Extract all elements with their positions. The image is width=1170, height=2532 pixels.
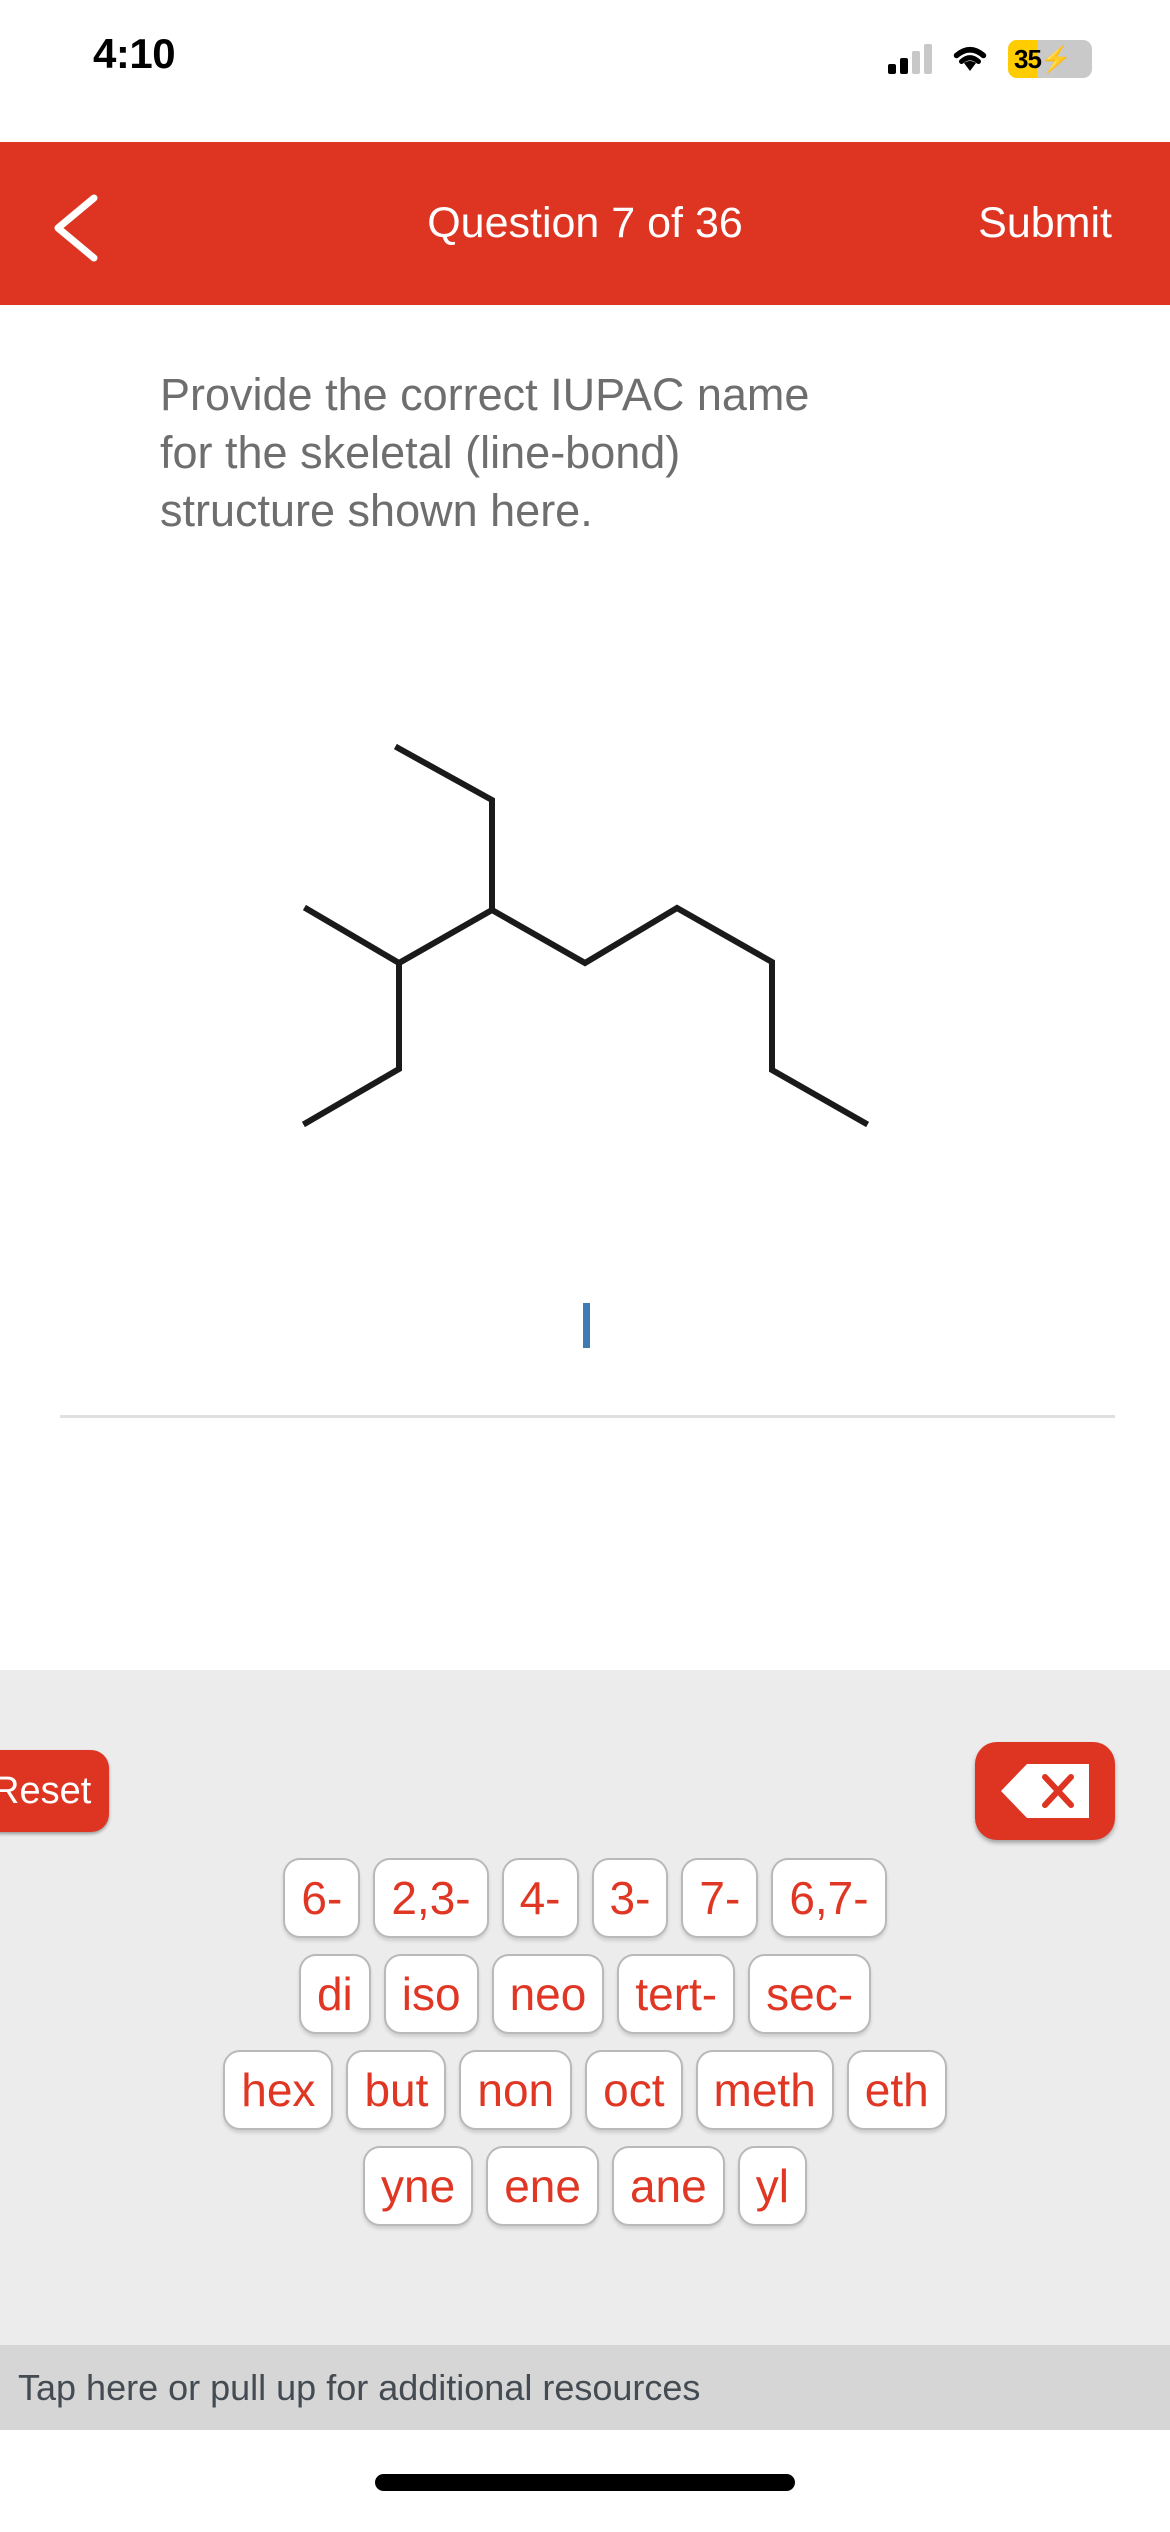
key-non[interactable]: non — [459, 2050, 573, 2130]
key-meth[interactable]: meth — [695, 2050, 834, 2130]
battery-icon: 35 ⚡ — [1008, 40, 1092, 78]
question-line-1: Provide the correct IUPAC name — [160, 369, 810, 420]
key-23[interactable]: 2,3- — [373, 1858, 489, 1938]
key-ane[interactable]: ane — [611, 2146, 725, 2226]
reset-button[interactable]: Reset — [0, 1750, 110, 1832]
battery-percent: 35 — [1014, 43, 1042, 74]
key-row-3: hex but non oct meth eth — [0, 2050, 1170, 2130]
molecule-svg — [301, 743, 870, 1128]
key-67[interactable]: 6,7- — [771, 1858, 887, 1938]
key-row-2: di iso neo tert-sec- — [0, 1954, 1170, 2034]
nav-bar: Question 7 of 36 Submit — [0, 142, 1170, 305]
key-hex[interactable]: hex — [223, 2050, 334, 2130]
key-but[interactable]: but — [346, 2050, 447, 2130]
key-yl[interactable]: yl — [737, 2146, 807, 2226]
keyboard-key-rows: 6- 2,3- 4- 3- 7- 6,7- di iso neo tert-sec-hex but n… — [0, 1858, 1170, 2242]
bond-chain-1 — [393, 743, 870, 1128]
app-root: 4:10 35 ⚡ Question 7 of 36 Submit Provid… — [0, 0, 1170, 2532]
question-line-3: structure shown here. — [160, 485, 593, 536]
question-line-2: for the skeletal (line-bond) — [160, 427, 681, 478]
home-indicator-area — [0, 2430, 1170, 2532]
key-3[interactable]: 3- — [591, 1858, 669, 1938]
key-ene[interactable]: ene — [486, 2146, 599, 2226]
key-row-4: yne ene ane yl — [0, 2146, 1170, 2226]
key-oct[interactable]: oct — [585, 2050, 683, 2130]
backspace-delete-icon — [1001, 1764, 1089, 1818]
key-tert[interactable]: tert- — [617, 1954, 736, 2034]
key-yne[interactable]: yne — [363, 2146, 474, 2226]
answer-text-cursor[interactable] — [583, 1303, 590, 1348]
status-indicators: 35 ⚡ — [888, 40, 1092, 78]
additional-resources-bar[interactable]: Tap here or pull up for additional resou… — [0, 2345, 1170, 2430]
key-di[interactable]: di — [298, 1954, 371, 2034]
key-iso[interactable]: iso — [383, 1954, 479, 2034]
submit-button[interactable]: Submit — [978, 142, 1112, 305]
key-sec[interactable]: sec- — [748, 1954, 872, 2034]
bolt-icon: ⚡ — [1039, 43, 1073, 74]
wifi-icon — [950, 44, 990, 74]
key-neo[interactable]: neo — [491, 1954, 605, 2034]
status-bar: 4:10 35 ⚡ — [0, 0, 1170, 142]
bond-chain-2 — [302, 904, 497, 967]
answer-field-divider — [60, 1415, 1115, 1418]
cellular-bars-icon — [888, 44, 932, 74]
key-row-1: 6- 2,3- 4- 3- 7- 6,7- — [0, 1858, 1170, 1938]
key-7[interactable]: 7- — [681, 1858, 759, 1938]
status-time: 4:10 — [93, 30, 176, 77]
key-4[interactable]: 4- — [501, 1858, 579, 1938]
key-6[interactable]: 6- — [283, 1858, 361, 1938]
question-prompt: Provide the correct IUPAC name for the s… — [160, 372, 1000, 546]
bond-chain-3 — [301, 960, 402, 1128]
home-indicator[interactable] — [375, 2474, 795, 2491]
backspace-button[interactable] — [975, 1742, 1115, 1840]
skeletal-structure-image — [0, 700, 1170, 1170]
key-eth[interactable]: eth — [846, 2050, 947, 2130]
